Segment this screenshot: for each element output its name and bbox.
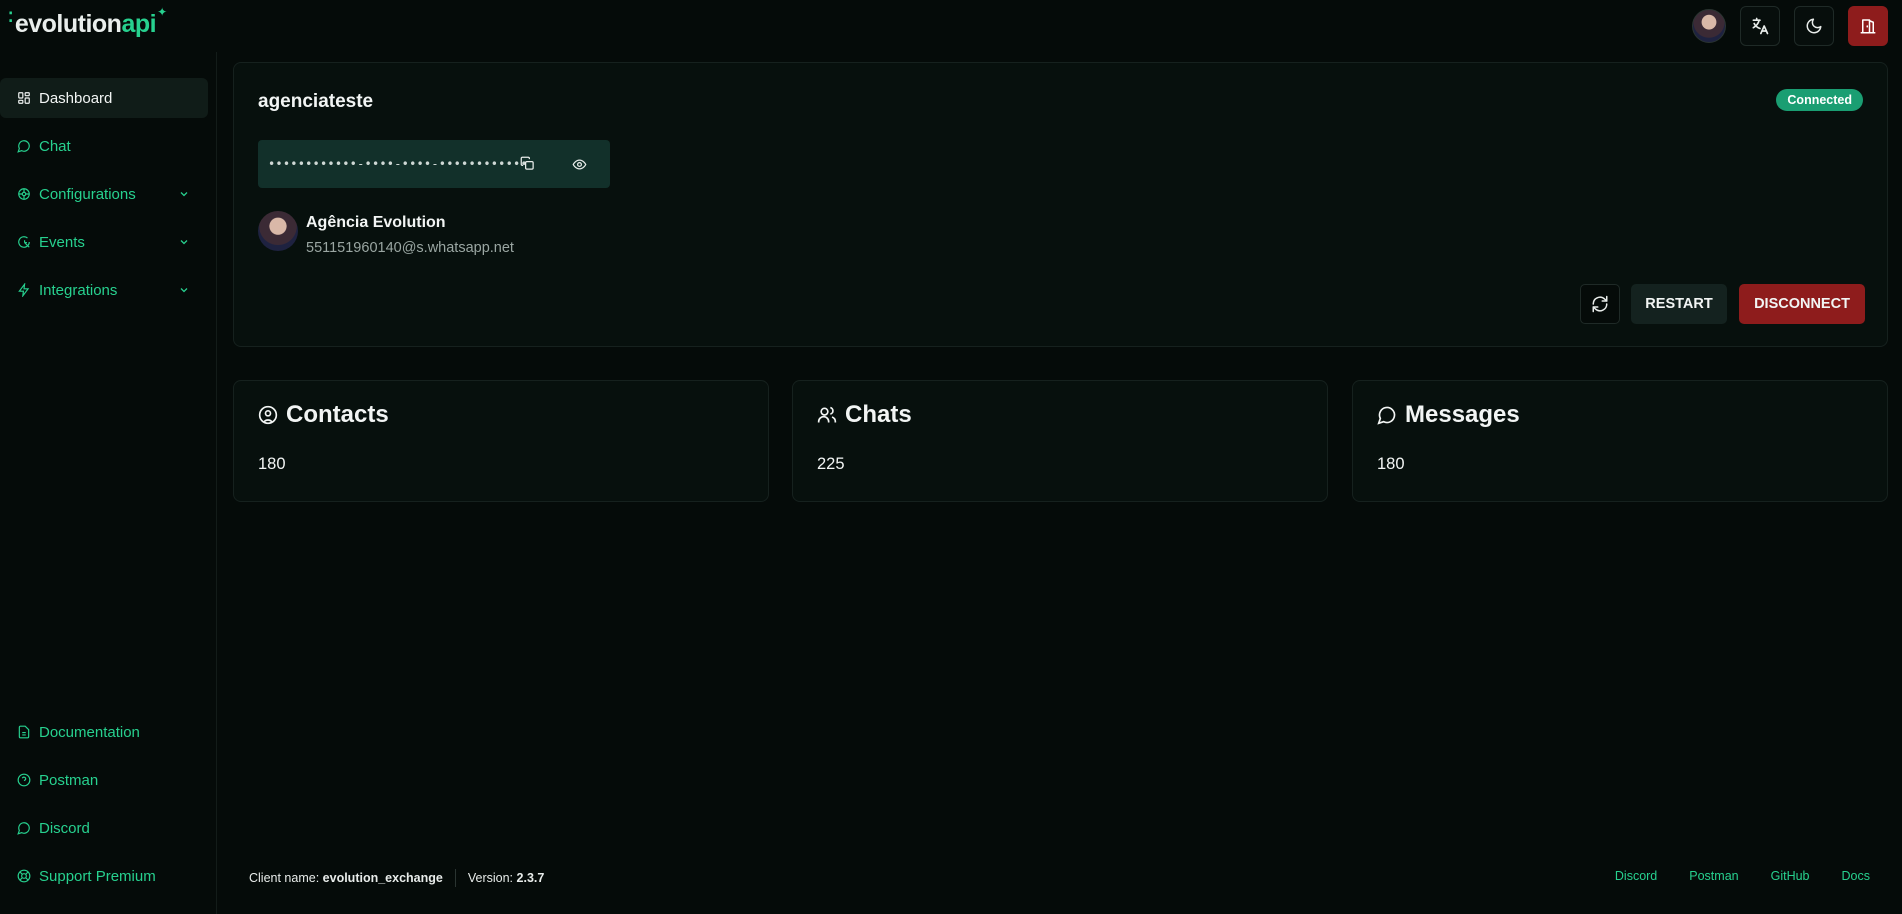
chevron-down-icon <box>180 240 188 245</box>
client-name-label: Client name: <box>249 871 320 885</box>
sidebar-item-label: Events <box>39 233 85 251</box>
refresh-icon <box>1592 295 1608 313</box>
copy-icon <box>520 156 534 170</box>
sidebar-item-integrations[interactable]: Integrations <box>0 270 208 310</box>
bolt-icon <box>17 283 31 297</box>
profile-name: Agência Evolution <box>306 214 446 231</box>
user-circle-icon <box>258 405 278 425</box>
refresh-button[interactable] <box>1580 284 1620 324</box>
help-circle-icon <box>17 773 31 787</box>
instance-name: agenciateste <box>258 91 374 112</box>
disconnect-button[interactable]: DISCONNECT <box>1739 284 1865 324</box>
logout-icon <box>1860 19 1876 34</box>
copy-button[interactable] <box>520 156 535 176</box>
chevron-down-icon <box>180 192 188 197</box>
settings-icon <box>17 187 31 201</box>
messages-count: 180 <box>1377 455 1405 473</box>
user-avatar[interactable] <box>1692 9 1726 43</box>
sidebar-item-label: Integrations <box>39 281 118 299</box>
sidebar-item-dashboard[interactable]: Dashboard <box>0 78 208 118</box>
sidebar-item-label: Chat <box>39 137 71 155</box>
profile-jid: 551151960140@s.whatsapp.net <box>306 240 514 256</box>
sidebar-item-postman[interactable]: Postman <box>0 760 208 800</box>
messages-title: Messages <box>1405 401 1520 428</box>
contacts-count: 180 <box>258 455 286 473</box>
instance-card: agenciateste Connected ••••••••••••-••••… <box>233 62 1888 347</box>
logo-text-evolution: evolution <box>14 10 122 38</box>
sidebar-item-events[interactable]: Events <box>0 222 208 262</box>
footer-link-github[interactable]: GitHub <box>1771 869 1810 883</box>
chevron-down-icon <box>180 288 188 293</box>
contacts-card: Contacts 180 <box>233 380 769 502</box>
sidebar-item-chat[interactable]: Chat <box>0 126 208 166</box>
document-icon <box>17 725 31 739</box>
dashboard-icon <box>17 91 31 105</box>
theme-toggle-button[interactable] <box>1794 6 1834 46</box>
chats-title: Chats <box>845 401 912 428</box>
logo-dots-icon: ⁚ <box>8 9 13 25</box>
eye-icon <box>572 159 587 170</box>
messages-card: Messages 180 <box>1352 380 1888 502</box>
support-icon <box>17 869 31 883</box>
footer-divider <box>454 869 456 887</box>
translate-button[interactable] <box>1740 6 1780 46</box>
logo-spark-icon: ✦ <box>157 5 167 19</box>
version-label: Version: <box>467 871 514 885</box>
version-value: 2.3.7 <box>516 871 545 885</box>
translate-icon <box>1752 17 1769 35</box>
sidebar-item-support-premium[interactable]: Support Premium <box>0 856 208 896</box>
sidebar-item-label: Configurations <box>39 185 136 203</box>
chat-icon <box>17 821 31 835</box>
footer-link-postman[interactable]: Postman <box>1689 869 1738 883</box>
logo-text-api: api <box>121 10 157 38</box>
restart-button[interactable]: RESTART <box>1631 284 1727 324</box>
status-badge: Connected <box>1776 89 1863 111</box>
api-token-field: ••••••••••••-••••-••••-•••••••••••• <box>258 140 610 188</box>
top-bar: ⁚ evolution api ✦ <box>0 0 1902 52</box>
sidebar: Dashboard Chat Configurations Events Int… <box>0 52 217 914</box>
chat-icon <box>17 139 31 153</box>
sidebar-item-configurations[interactable]: Configurations <box>0 174 208 214</box>
sidebar-item-documentation[interactable]: Documentation <box>0 712 208 752</box>
show-token-button[interactable] <box>572 157 587 177</box>
evolution-api-logo[interactable]: ⁚ evolution api ✦ <box>8 5 167 39</box>
sidebar-item-label: Support Premium <box>39 867 156 885</box>
logout-button[interactable] <box>1848 6 1888 46</box>
sidebar-item-label: Discord <box>39 819 90 837</box>
api-token-text: ••••••••••••-••••-••••-•••••••••••• <box>268 157 528 171</box>
contacts-title: Contacts <box>286 401 389 428</box>
sidebar-item-label: Postman <box>39 771 99 789</box>
footer-link-docs[interactable]: Docs <box>1842 869 1870 883</box>
message-icon <box>1377 405 1397 425</box>
users-icon <box>817 405 837 425</box>
sidebar-item-label: Documentation <box>39 723 140 741</box>
events-icon <box>17 235 31 249</box>
profile-avatar <box>258 211 298 251</box>
footer: Client name: evolution_exchange Version:… <box>233 862 1888 892</box>
sidebar-item-discord[interactable]: Discord <box>0 808 208 848</box>
sidebar-item-label: Dashboard <box>39 89 113 107</box>
footer-link-discord[interactable]: Discord <box>1615 869 1657 883</box>
client-name-value: evolution_exchange <box>322 871 443 885</box>
chats-card: Chats 225 <box>792 380 1328 502</box>
chats-count: 225 <box>817 455 845 473</box>
moon-icon <box>1806 18 1822 34</box>
